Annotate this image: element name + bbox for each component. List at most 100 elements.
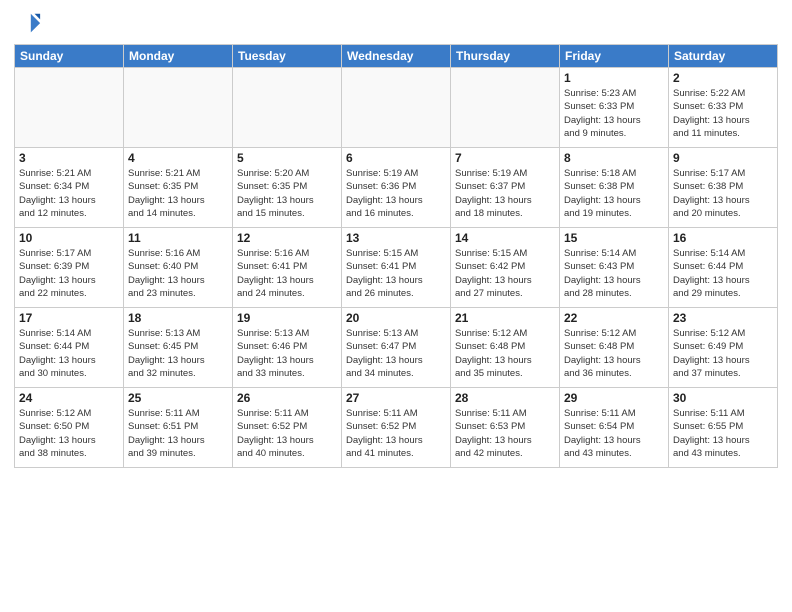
day-info: Sunrise: 5:12 AMSunset: 6:49 PMDaylight:…	[673, 327, 773, 380]
day-info: Sunrise: 5:14 AMSunset: 6:44 PMDaylight:…	[19, 327, 119, 380]
day-cell: 2 Sunrise: 5:22 AMSunset: 6:33 PMDaylight…	[669, 68, 778, 148]
day-cell: 16 Sunrise: 5:14 AMSunset: 6:44 PMDayligh…	[669, 228, 778, 308]
day-info: Sunrise: 5:12 AMSunset: 6:48 PMDaylight:…	[564, 327, 664, 380]
week-row-5: 24 Sunrise: 5:12 AMSunset: 6:50 PMDayligh…	[15, 388, 778, 468]
day-info: Sunrise: 5:15 AMSunset: 6:41 PMDaylight:…	[346, 247, 446, 300]
day-number: 20	[346, 311, 446, 325]
day-info: Sunrise: 5:11 AMSunset: 6:51 PMDaylight:…	[128, 407, 228, 460]
week-row-2: 3 Sunrise: 5:21 AMSunset: 6:34 PMDaylight…	[15, 148, 778, 228]
weekday-row: SundayMondayTuesdayWednesdayThursdayFrid…	[15, 45, 778, 68]
weekday-header-saturday: Saturday	[669, 45, 778, 68]
day-number: 3	[19, 151, 119, 165]
day-cell: 25 Sunrise: 5:11 AMSunset: 6:51 PMDayligh…	[124, 388, 233, 468]
day-number: 11	[128, 231, 228, 245]
day-number: 10	[19, 231, 119, 245]
calendar-body: 1Sunrise: 5:23 AMSunset: 6:33 PMDaylight…	[15, 68, 778, 468]
day-number: 25	[128, 391, 228, 405]
day-cell: 9Sunrise: 5:17 AMSunset: 6:38 PMDaylight…	[669, 148, 778, 228]
day-info: Sunrise: 5:12 AMSunset: 6:50 PMDaylight:…	[19, 407, 119, 460]
day-cell	[342, 68, 451, 148]
day-number: 17	[19, 311, 119, 325]
day-number: 24	[19, 391, 119, 405]
day-info: Sunrise: 5:12 AMSunset: 6:48 PMDaylight:…	[455, 327, 555, 380]
weekday-header-tuesday: Tuesday	[233, 45, 342, 68]
page: SundayMondayTuesdayWednesdayThursdayFrid…	[0, 0, 792, 612]
logo	[14, 10, 46, 38]
day-info: Sunrise: 5:18 AMSunset: 6:38 PMDaylight:…	[564, 167, 664, 220]
day-cell: 7 Sunrise: 5:19 AMSunset: 6:37 PMDaylight…	[451, 148, 560, 228]
day-cell	[15, 68, 124, 148]
day-info: Sunrise: 5:11 AMSunset: 6:54 PMDaylight:…	[564, 407, 664, 460]
day-number: 5	[237, 151, 337, 165]
day-info: Sunrise: 5:19 AMSunset: 6:37 PMDaylight:…	[455, 167, 555, 220]
day-cell: 8 Sunrise: 5:18 AMSunset: 6:38 PMDaylight…	[560, 148, 669, 228]
day-number: 8	[564, 151, 664, 165]
day-number: 4	[128, 151, 228, 165]
day-number: 7	[455, 151, 555, 165]
day-cell: 13 Sunrise: 5:15 AMSunset: 6:41 PMDayligh…	[342, 228, 451, 308]
day-cell: 5 Sunrise: 5:20 AMSunset: 6:35 PMDaylight…	[233, 148, 342, 228]
day-cell: 10 Sunrise: 5:17 AMSunset: 6:39 PMDayligh…	[15, 228, 124, 308]
day-cell: 11 Sunrise: 5:16 AMSunset: 6:40 PMDayligh…	[124, 228, 233, 308]
day-cell: 22Sunrise: 5:12 AMSunset: 6:48 PMDayligh…	[560, 308, 669, 388]
day-info: Sunrise: 5:16 AMSunset: 6:40 PMDaylight:…	[128, 247, 228, 300]
week-row-1: 1Sunrise: 5:23 AMSunset: 6:33 PMDaylight…	[15, 68, 778, 148]
day-number: 16	[673, 231, 773, 245]
day-info: Sunrise: 5:16 AMSunset: 6:41 PMDaylight:…	[237, 247, 337, 300]
day-info: Sunrise: 5:13 AMSunset: 6:47 PMDaylight:…	[346, 327, 446, 380]
day-info: Sunrise: 5:23 AMSunset: 6:33 PMDaylight:…	[564, 87, 664, 140]
day-number: 21	[455, 311, 555, 325]
day-cell: 14 Sunrise: 5:15 AMSunset: 6:42 PMDayligh…	[451, 228, 560, 308]
day-number: 14	[455, 231, 555, 245]
day-number: 26	[237, 391, 337, 405]
day-number: 15	[564, 231, 664, 245]
weekday-header-thursday: Thursday	[451, 45, 560, 68]
day-cell: 26Sunrise: 5:11 AMSunset: 6:52 PMDayligh…	[233, 388, 342, 468]
day-cell: 17 Sunrise: 5:14 AMSunset: 6:44 PMDayligh…	[15, 308, 124, 388]
weekday-header-wednesday: Wednesday	[342, 45, 451, 68]
day-info: Sunrise: 5:11 AMSunset: 6:55 PMDaylight:…	[673, 407, 773, 460]
calendar-header: SundayMondayTuesdayWednesdayThursdayFrid…	[15, 45, 778, 68]
day-info: Sunrise: 5:20 AMSunset: 6:35 PMDaylight:…	[237, 167, 337, 220]
day-info: Sunrise: 5:11 AMSunset: 6:52 PMDaylight:…	[346, 407, 446, 460]
day-number: 9	[673, 151, 773, 165]
day-cell: 21 Sunrise: 5:12 AMSunset: 6:48 PMDayligh…	[451, 308, 560, 388]
week-row-4: 17 Sunrise: 5:14 AMSunset: 6:44 PMDayligh…	[15, 308, 778, 388]
day-info: Sunrise: 5:21 AMSunset: 6:34 PMDaylight:…	[19, 167, 119, 220]
day-info: Sunrise: 5:15 AMSunset: 6:42 PMDaylight:…	[455, 247, 555, 300]
weekday-header-monday: Monday	[124, 45, 233, 68]
week-row-3: 10 Sunrise: 5:17 AMSunset: 6:39 PMDayligh…	[15, 228, 778, 308]
day-cell: 28 Sunrise: 5:11 AMSunset: 6:53 PMDayligh…	[451, 388, 560, 468]
day-number: 23	[673, 311, 773, 325]
day-cell: 24 Sunrise: 5:12 AMSunset: 6:50 PMDayligh…	[15, 388, 124, 468]
day-info: Sunrise: 5:19 AMSunset: 6:36 PMDaylight:…	[346, 167, 446, 220]
weekday-header-sunday: Sunday	[15, 45, 124, 68]
day-info: Sunrise: 5:14 AMSunset: 6:44 PMDaylight:…	[673, 247, 773, 300]
day-cell	[233, 68, 342, 148]
day-cell: 4 Sunrise: 5:21 AMSunset: 6:35 PMDaylight…	[124, 148, 233, 228]
day-cell: 29 Sunrise: 5:11 AMSunset: 6:54 PMDayligh…	[560, 388, 669, 468]
day-number: 29	[564, 391, 664, 405]
day-cell: 19 Sunrise: 5:13 AMSunset: 6:46 PMDayligh…	[233, 308, 342, 388]
day-number: 27	[346, 391, 446, 405]
day-cell: 20 Sunrise: 5:13 AMSunset: 6:47 PMDayligh…	[342, 308, 451, 388]
day-info: Sunrise: 5:21 AMSunset: 6:35 PMDaylight:…	[128, 167, 228, 220]
day-number: 2	[673, 71, 773, 85]
day-cell: 12 Sunrise: 5:16 AMSunset: 6:41 PMDayligh…	[233, 228, 342, 308]
day-info: Sunrise: 5:17 AMSunset: 6:39 PMDaylight:…	[19, 247, 119, 300]
day-number: 19	[237, 311, 337, 325]
day-info: Sunrise: 5:22 AMSunset: 6:33 PMDaylight:…	[673, 87, 773, 140]
day-cell	[124, 68, 233, 148]
day-info: Sunrise: 5:13 AMSunset: 6:46 PMDaylight:…	[237, 327, 337, 380]
day-cell: 18Sunrise: 5:13 AMSunset: 6:45 PMDayligh…	[124, 308, 233, 388]
day-cell: 1Sunrise: 5:23 AMSunset: 6:33 PMDaylight…	[560, 68, 669, 148]
day-number: 13	[346, 231, 446, 245]
day-cell: 15 Sunrise: 5:14 AMSunset: 6:43 PMDayligh…	[560, 228, 669, 308]
day-info: Sunrise: 5:14 AMSunset: 6:43 PMDaylight:…	[564, 247, 664, 300]
day-number: 28	[455, 391, 555, 405]
day-cell: 30Sunrise: 5:11 AMSunset: 6:55 PMDayligh…	[669, 388, 778, 468]
day-info: Sunrise: 5:11 AMSunset: 6:53 PMDaylight:…	[455, 407, 555, 460]
day-number: 12	[237, 231, 337, 245]
day-number: 6	[346, 151, 446, 165]
day-cell: 23 Sunrise: 5:12 AMSunset: 6:49 PMDayligh…	[669, 308, 778, 388]
